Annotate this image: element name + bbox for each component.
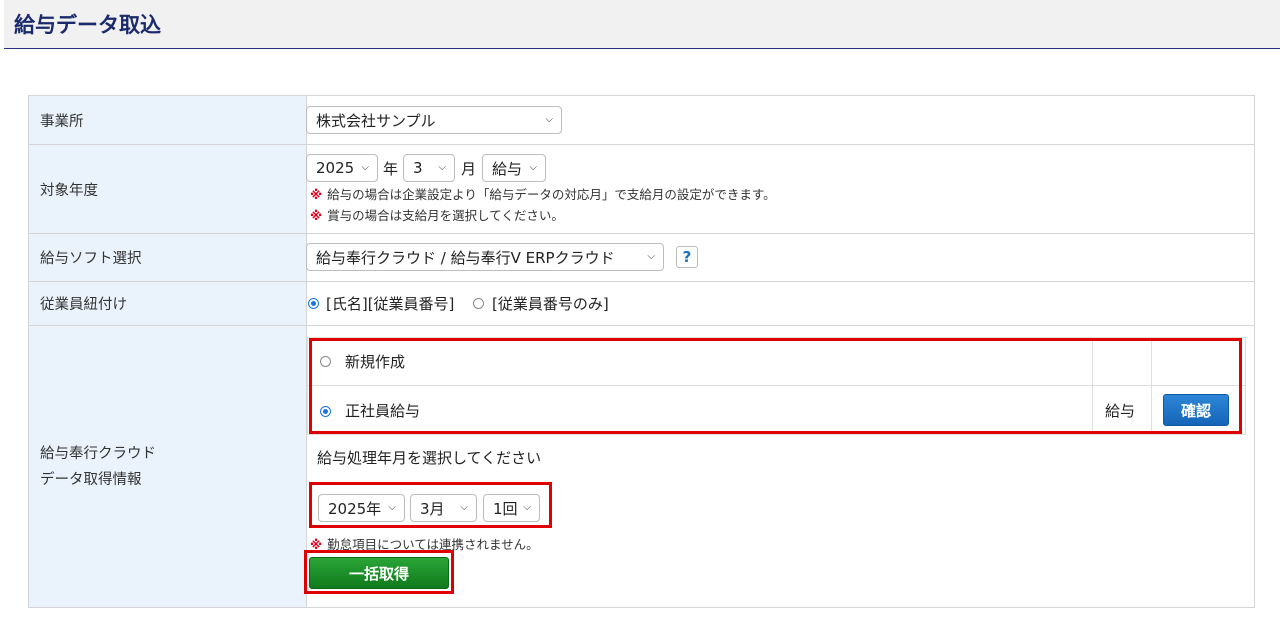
cloud-row: 給与奉行クラウド データ取得情報 新規作成 正社員給与 給与 確認 給与処理年月… [29,326,1254,607]
year-select-value: 2025 [316,159,355,177]
target-row: 対象年度 2025 ⌵ 年 3 ⌵ 月 給与 ⌵ ※ 給与の場合は企業設定より「給… [29,145,1254,234]
import-form: 事業所 株式会社サンプル ⌵ 対象年度 2025 ⌵ 年 3 ⌵ 月 給与 ⌵ [28,95,1255,608]
software-select-value: 給与奉行クラウド / 給与奉行V ERPクラウド [316,248,615,267]
chevron-down-icon: ⌵ [647,251,655,262]
help-icon[interactable]: ? [676,246,698,268]
link-option-1-radio[interactable] [308,298,319,309]
office-select[interactable]: 株式会社サンプル ⌵ [306,106,562,134]
office-row: 事業所 株式会社サンプル ⌵ [29,96,1254,145]
note-mark-icon: ※ [310,208,323,223]
year-select[interactable]: 2025 ⌵ [306,154,378,182]
target-note-2: ※ 賞与の場合は支給月を選択してください。 [310,208,564,223]
month-select[interactable]: 3 ⌵ [403,154,455,182]
pay-type-select[interactable]: 給与 ⌵ [482,154,546,182]
software-label: 給与ソフト選択 [29,234,307,281]
office-label: 事業所 [29,96,307,144]
software-select[interactable]: 給与奉行クラウド / 給与奉行V ERPクラウド ⌵ [306,243,664,271]
highlight-box [309,482,552,528]
chevron-down-icon: ⌵ [438,162,446,173]
link-label: 従業員紐付け [29,282,307,325]
link-row: 従業員紐付け [氏名][従業員番号] [従業員番号のみ] [29,282,1254,326]
chevron-down-icon: ⌵ [545,114,553,125]
highlight-box [304,550,454,594]
page-header: 給与データ取込 [4,0,1280,49]
month-unit: 月 [461,160,477,178]
cloud-label-line-2: データ取得情報 [40,471,142,488]
cloud-label-line-1: 給与奉行クラウド [40,445,156,462]
pay-type-select-value: 給与 [492,159,523,178]
link-option-2-radio[interactable] [473,298,484,309]
chevron-down-icon: ⌵ [361,162,369,173]
month-select-value: 3 [413,159,423,177]
note-mark-icon: ※ [310,187,323,202]
link-option-1-label[interactable]: [氏名][従業員番号] [326,293,454,314]
link-option-2-label[interactable]: [従業員番号のみ] [492,293,609,314]
target-label: 対象年度 [29,145,307,233]
year-unit: 年 [383,160,399,178]
highlight-box [309,338,1242,434]
software-row: 給与ソフト選択 給与奉行クラウド / 給与奉行V ERPクラウド ⌵ ? [29,234,1254,282]
target-note-1: ※ 給与の場合は企業設定より「給与データの対応月」で支給月の設定ができます。 [310,187,776,202]
cloud-label: 給与奉行クラウド データ取得情報 [29,326,307,607]
office-select-value: 株式会社サンプル [316,111,436,130]
page-title: 給与データ取込 [14,13,161,37]
chevron-down-icon: ⌵ [529,162,537,173]
period-prompt: 給与処理年月を選択してください [317,449,542,467]
